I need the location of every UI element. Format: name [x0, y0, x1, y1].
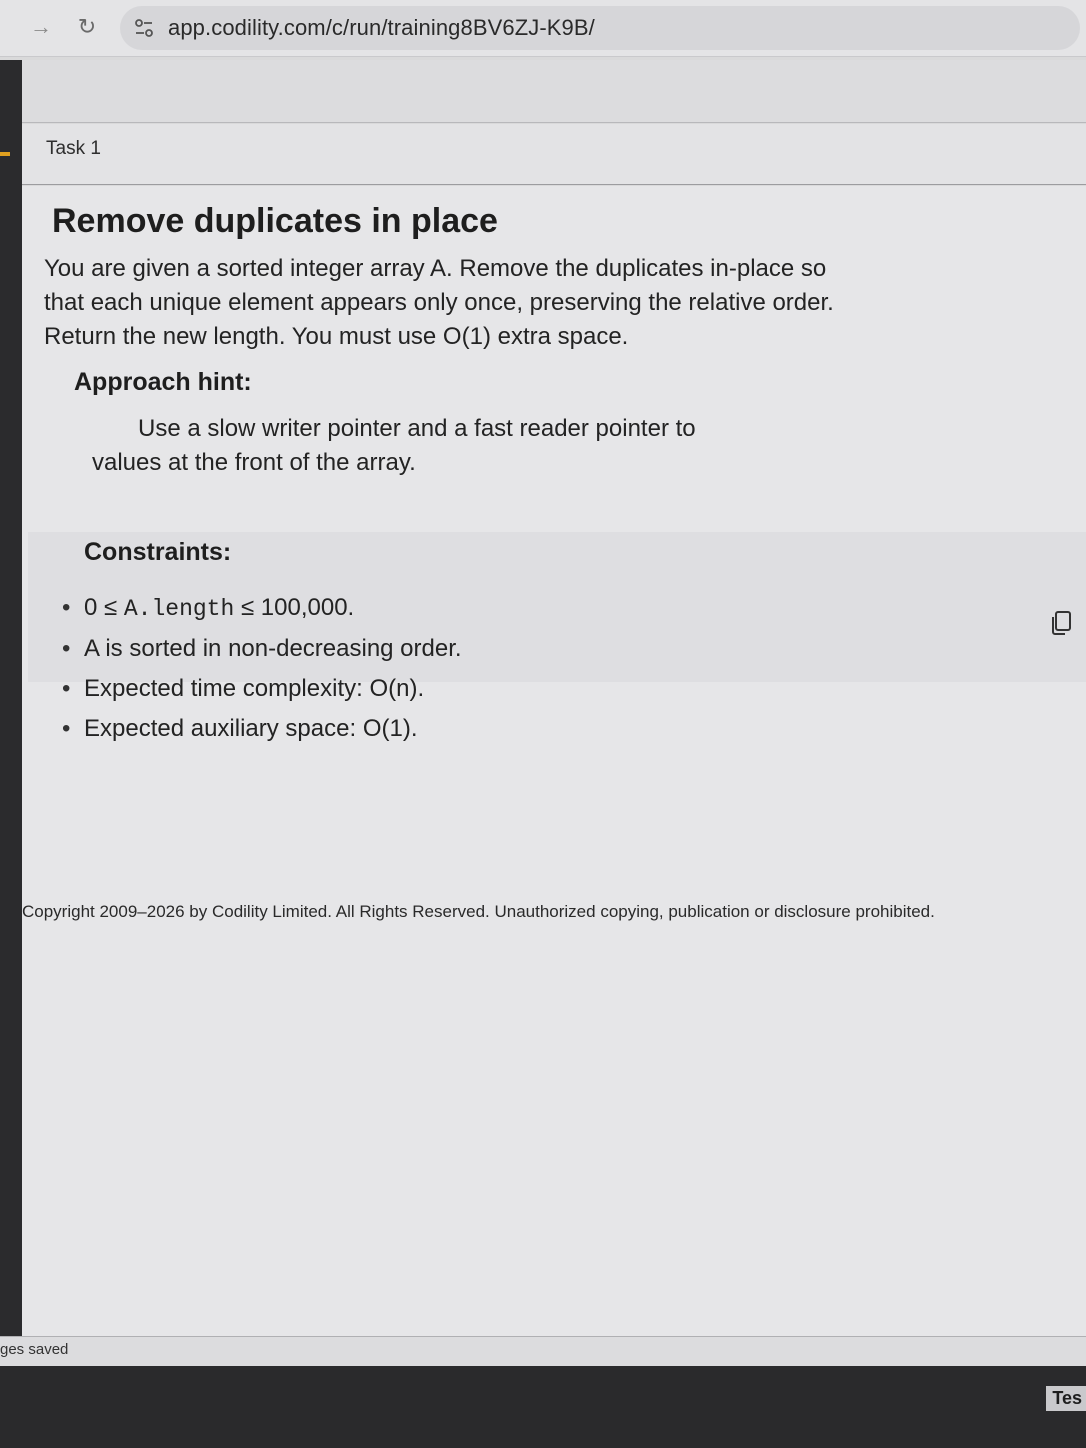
constraints-heading: Constraints: [84, 538, 232, 566]
copyright-text: Copyright 2009–2026 by Codility Limited.… [22, 902, 935, 921]
rail-accent-marker [0, 152, 10, 156]
task-tabbar: Task 1 [22, 124, 1086, 185]
address-bar[interactable]: app.codility.com/c/run/training8BV6ZJ-K9… [120, 6, 1080, 50]
constraints-list: 0 ≤ A.length ≤ 100,000. A is sorted in n… [62, 588, 462, 749]
constraint-item: A is sorted in non-decreasing order. [62, 629, 462, 669]
constraint-suffix: ≤ 100,000. [234, 594, 355, 621]
constraint-prefix: A is sorted in non-decreasing order. [84, 635, 462, 662]
constraint-item: 0 ≤ A.length ≤ 100,000. [62, 588, 462, 629]
forward-arrow-icon[interactable]: → [28, 14, 54, 40]
left-rail [0, 60, 22, 1350]
task-description: You are given a sorted integer array A. … [44, 255, 834, 350]
status-bar: ges saved [0, 1336, 1086, 1367]
browser-toolbar: → ↻ app.codility.com/c/run/training8BV6Z… [0, 0, 1086, 57]
hint-text: Use a slow writer pointer and a fast rea… [92, 415, 696, 476]
constraint-prefix: Expected time complexity: O(n). [84, 675, 425, 702]
copy-icon[interactable] [1050, 610, 1074, 636]
tab-task-1[interactable]: Task 1 [46, 138, 101, 160]
task-title: Remove duplicates in place [52, 202, 498, 240]
test-button[interactable]: Tes [1046, 1386, 1086, 1411]
hint-heading: Approach hint: [74, 368, 252, 396]
url-text[interactable]: app.codility.com/c/run/training8BV6ZJ-K9… [168, 15, 595, 41]
constraint-prefix: Expected auxiliary space: O(1). [84, 715, 418, 742]
site-info-icon[interactable] [132, 16, 156, 40]
save-status: ges saved [0, 1341, 69, 1358]
app-header [0, 60, 1086, 123]
constraint-item: Expected auxiliary space: O(1). [62, 709, 462, 749]
constraint-code: A.length [123, 596, 235, 622]
bottom-toolbar: Tes [0, 1366, 1086, 1448]
constraint-item: Expected time complexity: O(n). [62, 669, 462, 709]
constraint-prefix: 0 ≤ [84, 594, 124, 621]
reload-icon[interactable]: ↻ [74, 14, 100, 40]
task-description-panel: Remove duplicates in place You are given… [22, 186, 1086, 1336]
